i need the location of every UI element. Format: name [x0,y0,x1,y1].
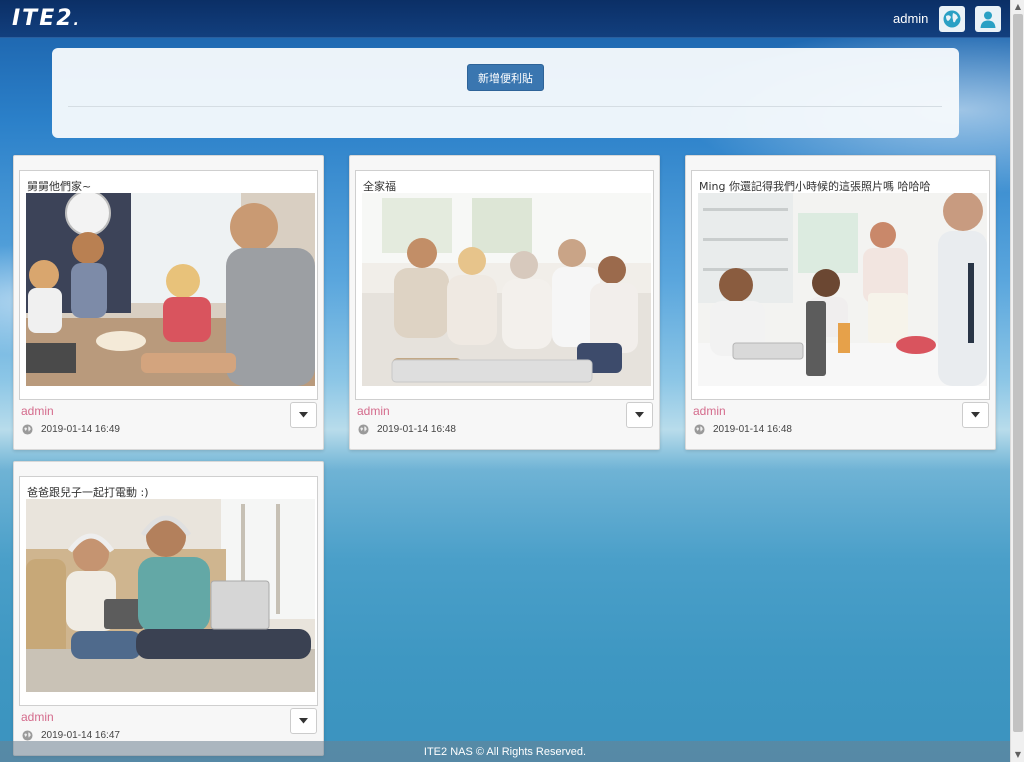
note-author[interactable]: admin [21,404,54,418]
note-timestamp: 2019-01-14 16:48 [713,424,792,435]
panel-divider [68,106,942,107]
note-card: Ming 你還記得我們小時候的這張照片嗎 哈哈哈 admin 2019-01-1… [685,155,996,450]
note-timestamp: 2019-01-14 16:49 [41,424,120,435]
globe-icon [694,424,705,435]
language-button[interactable] [939,6,965,32]
note-photo[interactable] [26,499,315,692]
note-menu-button[interactable] [962,402,989,428]
note-meta: 2019-01-14 16:48 [694,424,792,435]
caret-down-icon [635,412,644,418]
vertical-scrollbar[interactable]: ▲ ▼ [1010,0,1024,762]
note-menu-button[interactable] [290,402,317,428]
note-timestamp: 2019-01-14 16:48 [377,424,456,435]
note-meta: 2019-01-14 16:49 [22,424,120,435]
note-photo[interactable] [362,193,651,386]
caret-down-icon [299,412,308,418]
globe-icon [22,730,33,741]
top-bar: ITE2. admin [0,0,1010,38]
footer: ITE2 NAS © All Rights Reserved. [0,741,1010,762]
note-text: 爸爸跟兒子一起打電動 :) [27,486,149,499]
note-author[interactable]: admin [693,404,726,418]
note-text: 舅舅他們家~ [27,180,92,193]
add-note-button[interactable]: 新增便利貼 [467,64,544,91]
logo-mark: . [73,13,81,29]
caret-down-icon [299,718,308,724]
user-icon [980,11,996,28]
note-text: Ming 你還記得我們小時候的這張照片嗎 哈哈哈 [699,180,931,193]
scroll-up-arrow-icon[interactable]: ▲ [1013,2,1023,12]
note-card: 全家福 admin 2019-01-14 16:48 [349,155,660,450]
note-content[interactable]: 爸爸跟兒子一起打電動 :) [19,476,318,706]
globe-icon [943,10,961,28]
note-menu-button[interactable] [626,402,653,428]
account-button[interactable] [975,6,1001,32]
globe-icon [358,424,369,435]
scroll-down-arrow-icon[interactable]: ▼ [1013,750,1023,760]
caret-down-icon [971,412,980,418]
note-content[interactable]: Ming 你還記得我們小時候的這張照片嗎 哈哈哈 [691,170,990,400]
note-meta: 2019-01-14 16:47 [22,730,120,741]
globe-icon [22,424,33,435]
logo-text: ITE2 [12,6,74,31]
note-text: 全家福 [363,180,396,193]
note-content[interactable]: 舅舅他們家~ [19,170,318,400]
note-card: 舅舅他們家~ admin 2019-01-14 16:49 [13,155,324,450]
note-card: 爸爸跟兒子一起打電動 :) admin 2019-01-14 16:47 [13,461,324,756]
note-menu-button[interactable] [290,708,317,734]
scrollbar-thumb[interactable] [1013,14,1023,732]
note-timestamp: 2019-01-14 16:47 [41,730,120,741]
copyright-text: ITE2 NAS © All Rights Reserved. [423,745,587,758]
note-meta: 2019-01-14 16:48 [358,424,456,435]
note-photo[interactable] [698,193,987,386]
note-photo[interactable] [26,193,315,386]
note-author[interactable]: admin [21,710,54,724]
add-note-panel: 新增便利貼 [52,48,959,138]
note-content[interactable]: 全家福 [355,170,654,400]
logo[interactable]: ITE2. [12,6,81,31]
username-label[interactable]: admin [893,11,928,26]
note-author[interactable]: admin [357,404,390,418]
